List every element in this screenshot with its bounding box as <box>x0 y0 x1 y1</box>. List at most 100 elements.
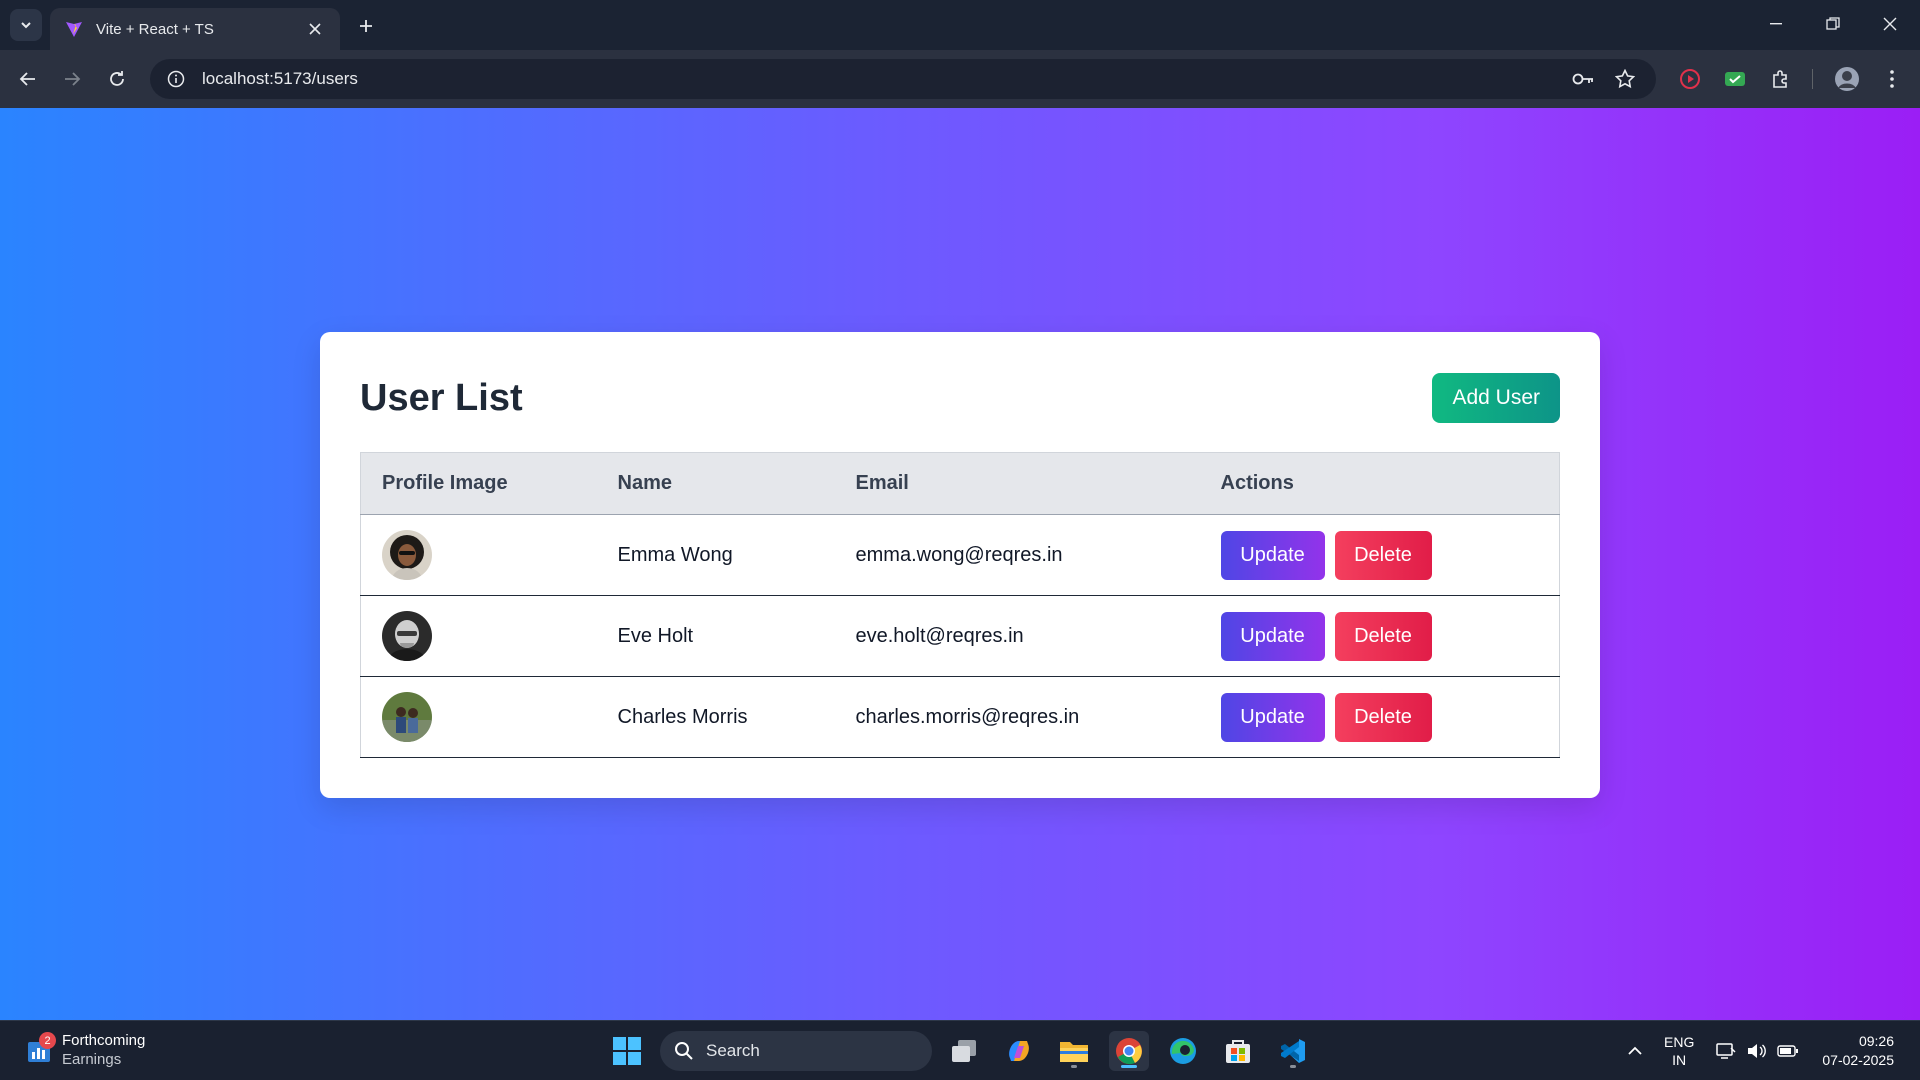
widget-subtitle: Earnings <box>62 1051 122 1068</box>
region-code: IN <box>1672 1052 1687 1068</box>
menu-kebab-icon[interactable] <box>1876 63 1908 95</box>
page-viewport: User List Add User Profile Image Name Em… <box>0 108 1920 1020</box>
volume-icon[interactable] <box>1744 1021 1768 1080</box>
microsoft-store-icon[interactable] <box>1218 1031 1258 1071</box>
new-tab-button[interactable] <box>352 12 380 40</box>
search-label: Search <box>706 1041 760 1060</box>
user-name: Emma Wong <box>596 514 835 596</box>
close-window-button[interactable] <box>1862 0 1918 48</box>
widget-title: Forthcoming <box>62 1032 146 1049</box>
show-hidden-icons-button[interactable] <box>1620 1021 1650 1080</box>
profile-image-cell <box>360 595 597 677</box>
back-button[interactable] <box>12 63 44 95</box>
user-email: eve.holt@reqres.in <box>834 595 1200 677</box>
table-row: Eve Holt eve.holt@reqres.in Update Delete <box>360 595 1560 677</box>
column-header-email: Email <box>834 452 1200 515</box>
avatar <box>382 692 432 742</box>
update-button[interactable]: Update <box>1220 692 1325 742</box>
column-header-profile-image: Profile Image <box>360 452 597 515</box>
start-button[interactable] <box>607 1031 647 1071</box>
task-view-icon[interactable] <box>944 1031 984 1071</box>
plus-icon <box>360 20 372 32</box>
minimize-button[interactable] <box>1749 0 1805 48</box>
minimize-icon <box>1770 23 1782 25</box>
table-row: Charles Morris charles.morris@reqres.in … <box>360 676 1560 758</box>
file-explorer-icon[interactable] <box>1054 1031 1094 1071</box>
browser-tab[interactable]: Vite + React + TS <box>50 8 340 50</box>
user-list-card: User List Add User Profile Image Name Em… <box>320 332 1600 798</box>
notification-badge: 2 <box>39 1032 56 1049</box>
table-header-row: Profile Image Name Email Actions <box>360 452 1560 515</box>
actions-cell: Update Delete <box>1199 514 1560 596</box>
update-button[interactable]: Update <box>1220 611 1325 661</box>
user-email: charles.morris@reqres.in <box>834 676 1200 758</box>
widgets-button[interactable]: 2 Forthcoming Earnings <box>26 1031 145 1069</box>
actions-cell: Update Delete <box>1199 595 1560 677</box>
chevron-up-icon <box>1628 1046 1642 1055</box>
close-icon <box>1883 17 1897 31</box>
windows-logo-icon <box>613 1037 641 1065</box>
arrow-left-icon <box>19 72 35 86</box>
delete-button[interactable]: Delete <box>1334 530 1432 580</box>
profile-avatar-icon[interactable] <box>1831 63 1863 95</box>
language-code: ENG <box>1664 1034 1695 1050</box>
tab-list-button[interactable] <box>10 9 42 41</box>
running-indicator <box>1071 1065 1077 1068</box>
reload-button[interactable] <box>101 63 133 95</box>
site-info-icon[interactable] <box>156 70 196 88</box>
address-bar[interactable]: localhost:5173/users <box>150 59 1656 99</box>
browser-tab-bar: Vite + React + TS <box>0 0 1920 50</box>
input-language-indicator[interactable]: ENG IN <box>1664 1033 1694 1069</box>
update-button[interactable]: Update <box>1220 530 1325 580</box>
browser-toolbar: localhost:5173/users <box>0 50 1920 108</box>
running-indicator <box>1290 1065 1296 1068</box>
tab-close-icon[interactable] <box>304 18 326 40</box>
restore-icon <box>1826 17 1840 30</box>
restore-button[interactable] <box>1805 0 1861 48</box>
vite-logo-icon <box>64 19 84 39</box>
chevron-down-icon <box>21 22 31 29</box>
user-name: Charles Morris <box>596 676 835 758</box>
network-icon[interactable] <box>1714 1021 1738 1080</box>
page-title: User List <box>360 376 523 419</box>
bookmark-star-icon[interactable] <box>1614 68 1636 90</box>
user-email: emma.wong@reqres.in <box>834 514 1200 596</box>
profile-image-cell <box>360 676 597 758</box>
vscode-icon[interactable] <box>1273 1031 1313 1071</box>
reload-icon <box>110 71 124 86</box>
delete-button[interactable]: Delete <box>1334 692 1432 742</box>
taskbar-search[interactable]: Search <box>660 1031 932 1071</box>
password-key-icon[interactable] <box>1572 68 1594 90</box>
card-header: User List Add User <box>360 372 1560 424</box>
copilot-icon[interactable] <box>999 1031 1039 1071</box>
actions-cell: Update Delete <box>1199 676 1560 758</box>
extension-record-icon[interactable] <box>1674 63 1706 95</box>
toolbar-divider <box>1812 69 1813 89</box>
clock-date: 07-02-2025 <box>1822 1052 1894 1068</box>
url-text[interactable]: localhost:5173/users <box>202 69 1656 89</box>
table-row: Emma Wong emma.wong@reqres.in Update Dele… <box>360 514 1560 596</box>
taskbar: 2 Forthcoming Earnings Search ENG IN 09:… <box>0 1020 1920 1080</box>
battery-icon[interactable] <box>1775 1021 1801 1080</box>
search-icon <box>675 1042 693 1060</box>
stocks-widget-icon: 2 <box>26 1032 56 1064</box>
active-indicator <box>1121 1065 1137 1068</box>
column-header-actions: Actions <box>1199 452 1560 515</box>
avatar <box>382 611 432 661</box>
clock[interactable]: 09:26 07-02-2025 <box>1814 1032 1894 1070</box>
column-header-name: Name <box>596 452 835 515</box>
user-name: Eve Holt <box>596 595 835 677</box>
forward-button[interactable] <box>56 63 88 95</box>
avatar <box>382 530 432 580</box>
users-table: Profile Image Name Email Actions Emma Wo… <box>360 452 1560 758</box>
extension-mail-icon[interactable] <box>1719 63 1751 95</box>
edge-icon[interactable] <box>1163 1031 1203 1071</box>
delete-button[interactable]: Delete <box>1334 611 1432 661</box>
clock-time: 09:26 <box>1858 1033 1894 1049</box>
extensions-puzzle-icon[interactable] <box>1765 63 1797 95</box>
profile-image-cell <box>360 514 597 596</box>
add-user-button[interactable]: Add User <box>1432 373 1560 423</box>
arrow-right-icon <box>65 72 81 86</box>
chrome-taskbar-icon[interactable] <box>1109 1031 1149 1071</box>
tab-title: Vite + React + TS <box>96 20 214 38</box>
